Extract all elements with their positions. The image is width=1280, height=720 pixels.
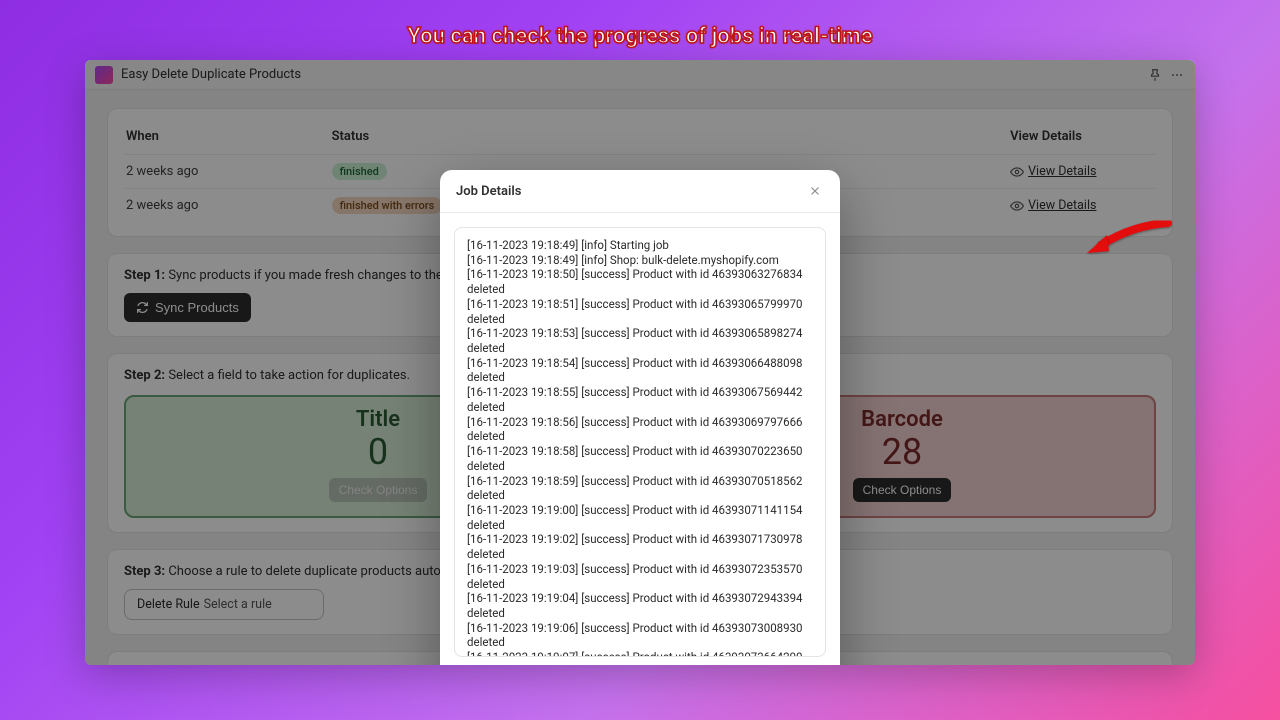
app-window: Easy Delete Duplicate Products When Stat… [85, 60, 1195, 665]
job-details-modal: Job Details [16-11-2023 19:18:49] [info]… [440, 170, 840, 665]
modal-overlay[interactable]: Job Details [16-11-2023 19:18:49] [info]… [85, 60, 1195, 665]
promo-banner: You can check the progress of jobs in re… [407, 24, 872, 49]
modal-close-icon[interactable] [806, 182, 824, 200]
modal-title: Job Details [456, 184, 806, 199]
log-output[interactable]: [16-11-2023 19:18:49] [info] Starting jo… [454, 227, 826, 657]
